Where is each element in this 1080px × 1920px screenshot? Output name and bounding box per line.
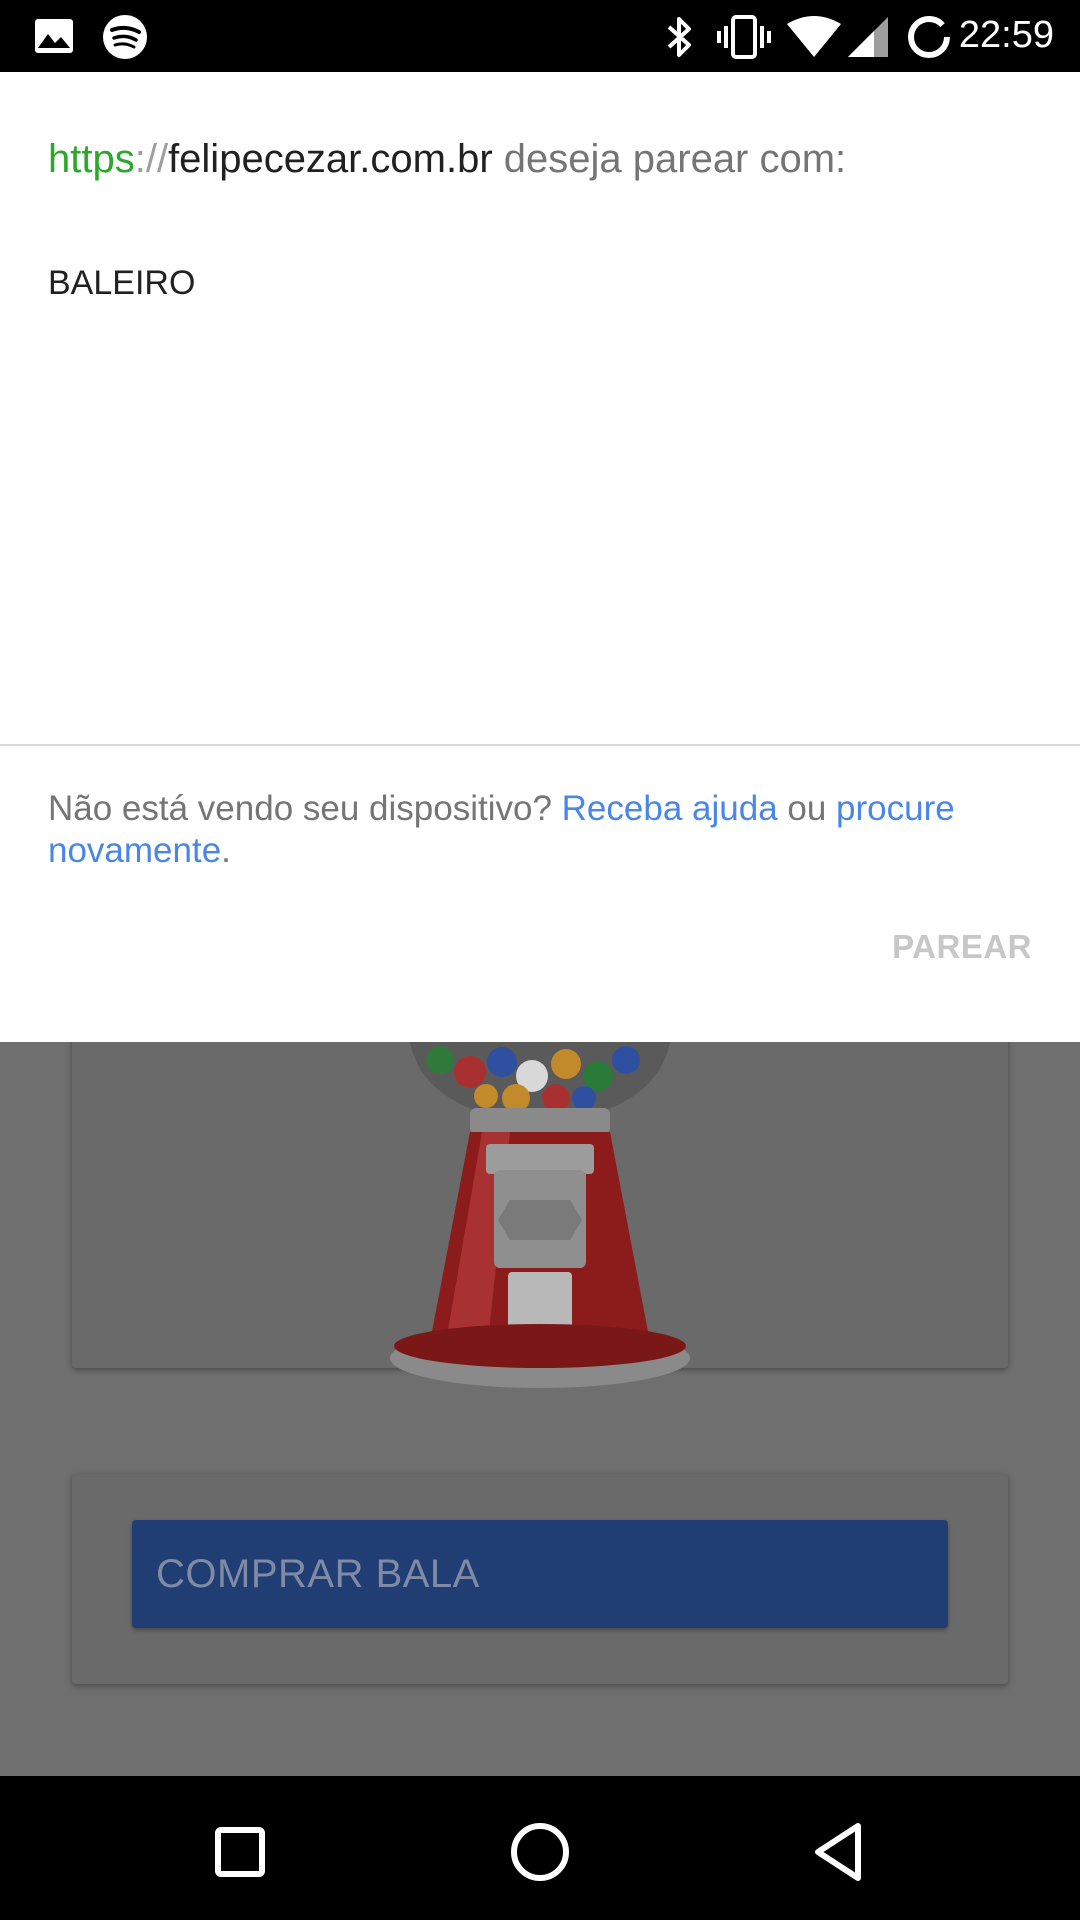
bluetooth-pair-dialog: https://felipecezar.com.br deseja parear… [0, 72, 1080, 1042]
image-icon [35, 19, 73, 53]
origin-separator: :// [134, 137, 169, 181]
clock: 22:59 [958, 14, 1054, 56]
divider [0, 744, 1080, 746]
get-help-link[interactable]: Receba ajuda [562, 789, 778, 828]
origin-scheme: https [48, 137, 135, 181]
gumball-machine-image [390, 1042, 690, 1388]
vibrate-icon [717, 15, 771, 59]
status-bar: 22:59 [0, 0, 1080, 72]
help-text: Não está vendo seu dispositivo? Receba a… [48, 788, 1008, 872]
recents-icon[interactable] [200, 1812, 280, 1892]
navigation-bar [0, 1776, 1080, 1920]
help-suffix: . [221, 831, 231, 870]
spotify-icon [103, 15, 147, 59]
origin-message: deseja parear com: [492, 137, 847, 181]
back-icon[interactable] [800, 1812, 880, 1892]
device-list-item[interactable]: BALEIRO [48, 264, 195, 303]
help-middle: ou [777, 789, 837, 828]
bluetooth-icon [667, 17, 691, 57]
battery-saver-icon [908, 16, 950, 58]
origin-host: felipecezar.com.br [168, 137, 493, 181]
help-prefix: Não está vendo seu dispositivo? [48, 789, 562, 828]
buy-candy-button[interactable]: COMPRAR BALA [132, 1520, 948, 1628]
pair-button[interactable]: PAREAR [892, 928, 1032, 966]
home-icon[interactable] [500, 1812, 580, 1892]
dialog-origin-text: https://felipecezar.com.br deseja parear… [48, 137, 846, 182]
wifi-icon [787, 16, 841, 57]
cell-signal-icon [848, 17, 888, 57]
